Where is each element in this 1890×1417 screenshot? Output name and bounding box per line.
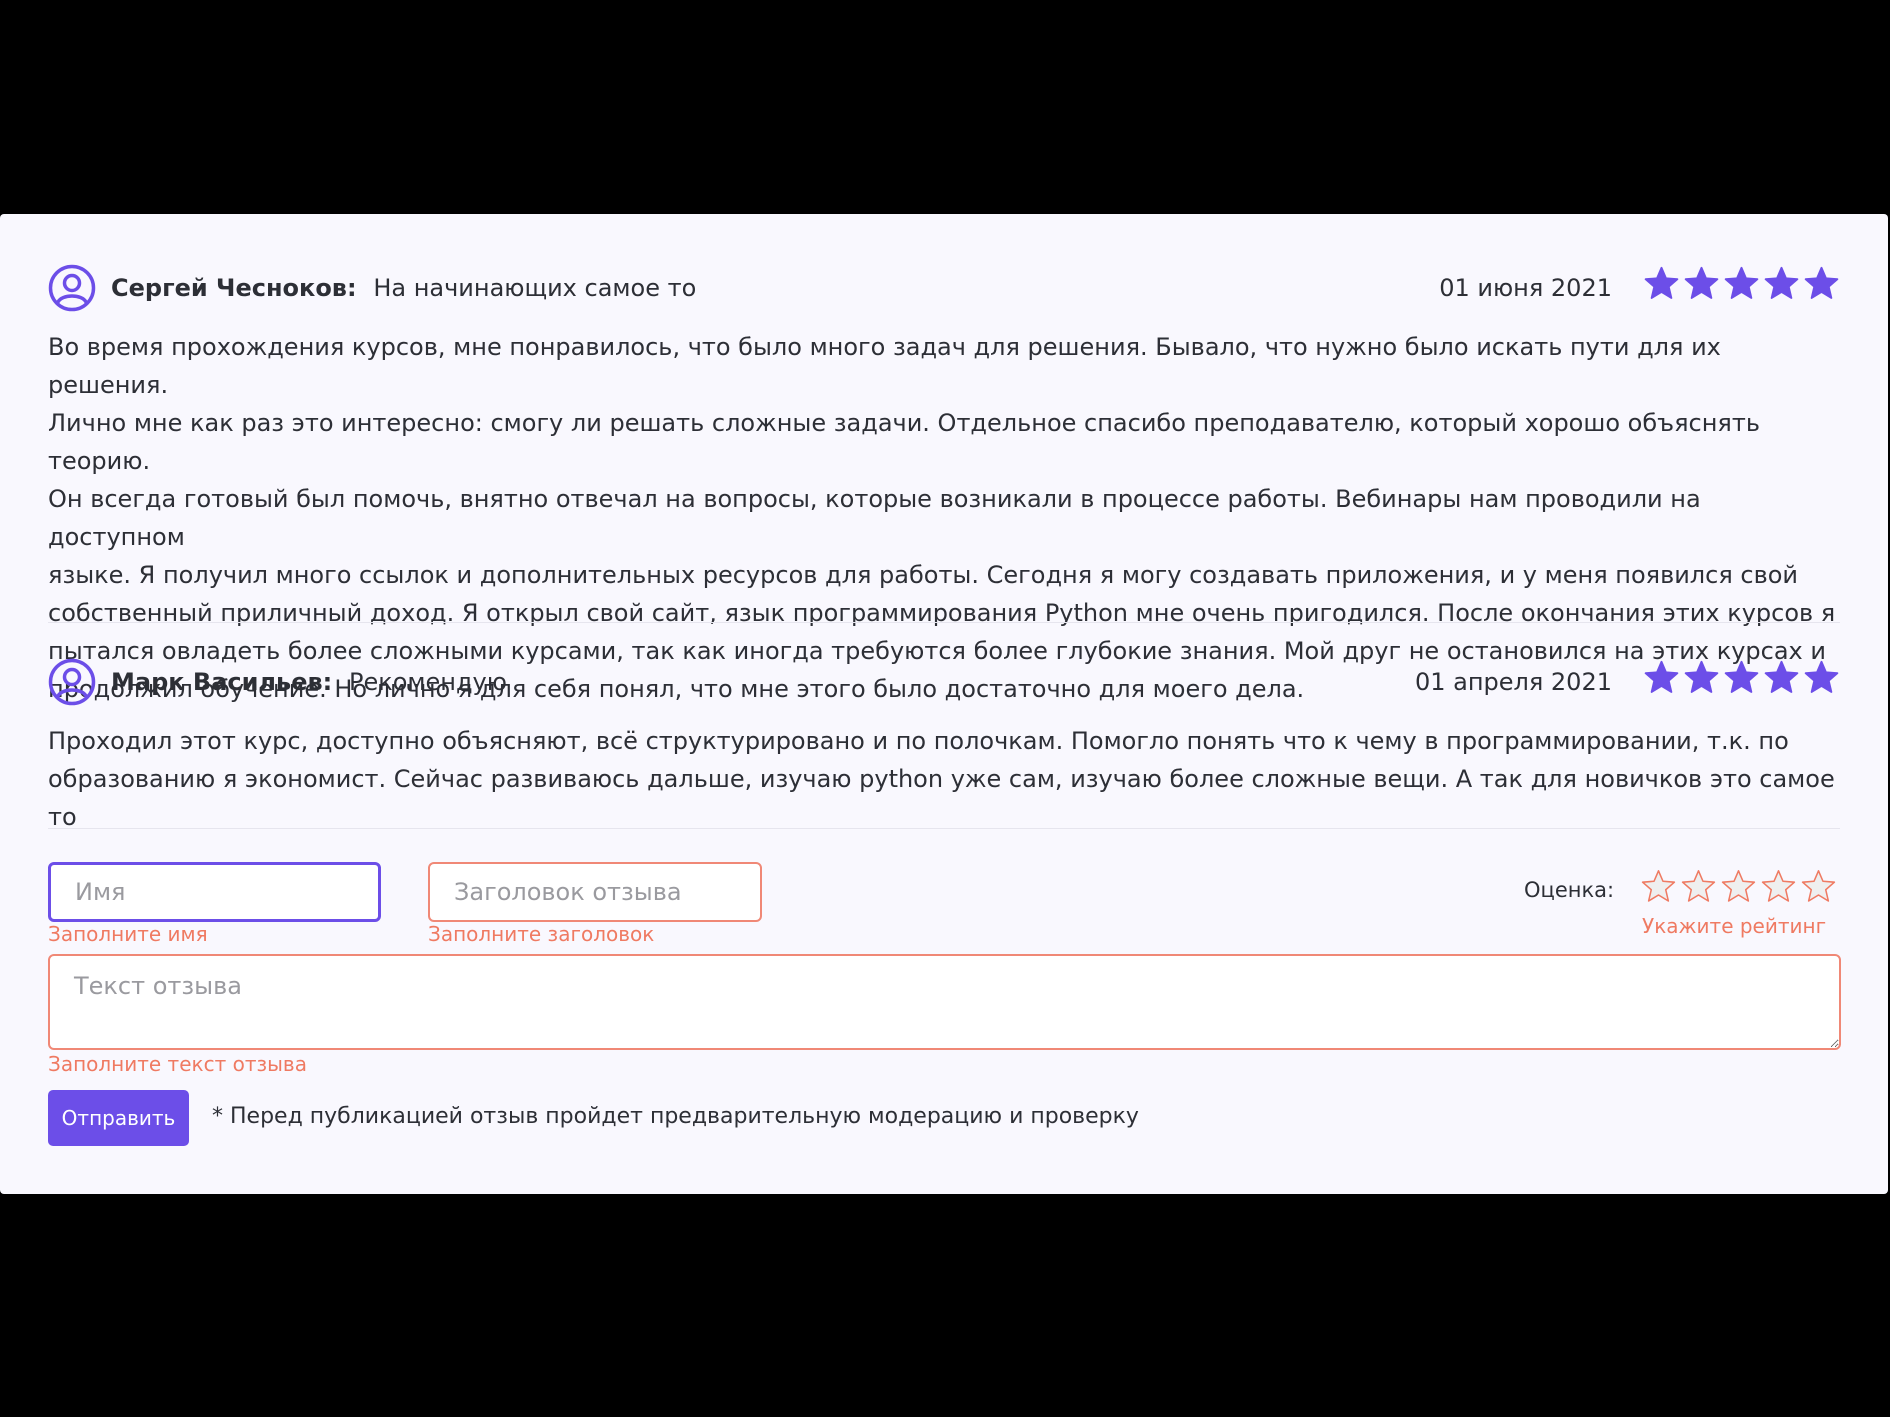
name-error: Заполните имя	[48, 922, 208, 946]
star-icon[interactable]	[1720, 868, 1757, 905]
review-text-line: языке. Я получил много ссылок и дополнит…	[48, 561, 1799, 589]
star-icon[interactable]	[1760, 868, 1797, 905]
reviews-card: Сергей Чесноков: На начинающих самое то …	[0, 214, 1888, 1194]
star-icon	[1644, 266, 1679, 299]
name-input[interactable]	[48, 862, 381, 922]
review-item: Марк Васильев: Рекомендую 01 апреля 2021…	[48, 654, 1840, 836]
star-icon[interactable]	[1680, 868, 1717, 905]
rating-label: Оценка:	[1524, 878, 1615, 902]
review-date: 01 апреля 2021	[1414, 668, 1612, 696]
star-icon	[1684, 266, 1719, 299]
user-avatar-icon	[48, 658, 96, 706]
review-item: Сергей Чесноков: На начинающих самое то …	[48, 260, 1840, 708]
star-icon	[1644, 660, 1679, 693]
review-text-line: Лично мне как раз это интересно: смогу л…	[48, 409, 1760, 475]
moderation-note: * Перед публикацией отзыв пройдет предва…	[212, 1104, 1139, 1129]
star-icon	[1724, 660, 1759, 693]
star-icon[interactable]	[1640, 868, 1677, 905]
review-header: Сергей Чесноков: На начинающих самое то …	[48, 260, 1840, 316]
review-title-input[interactable]	[428, 862, 762, 922]
review-text-input[interactable]	[48, 954, 1841, 1050]
review-title: На начинающих самое то	[373, 274, 697, 302]
review-text-line: собственный приличный доход. Я открыл св…	[48, 599, 1836, 627]
review-text: Во время прохождения курсов, мне понрави…	[48, 328, 1840, 708]
review-rating	[1643, 265, 1840, 302]
star-icon[interactable]	[1800, 868, 1837, 905]
star-icon	[1724, 266, 1759, 299]
divider	[48, 828, 1840, 829]
submit-button[interactable]: Отправить	[48, 1090, 189, 1146]
review-title: Рекомендую	[348, 668, 507, 696]
star-icon	[1684, 660, 1719, 693]
text-error: Заполните текст отзыва	[48, 1052, 307, 1076]
review-author: Марк Васильев: Рекомендую	[111, 668, 507, 696]
review-text-line: образованию я экономист. Сейчас развиваю…	[48, 765, 1835, 831]
rating-error: Укажите рейтинг	[1642, 914, 1827, 938]
review-header: Марк Васильев: Рекомендую 01 апреля 2021	[48, 654, 1840, 710]
review-text-line: Проходил этот курс, доступно объясняют, …	[48, 727, 1789, 755]
review-rating	[1643, 659, 1840, 696]
star-icon	[1764, 660, 1799, 693]
star-icon	[1804, 266, 1839, 299]
star-icon	[1764, 266, 1799, 299]
star-icon	[1804, 660, 1839, 693]
review-date: 01 июня 2021	[1439, 274, 1612, 302]
review-text-line: Во время прохождения курсов, мне понрави…	[48, 333, 1721, 399]
review-text-line: Он всегда готовый был помочь, внятно отв…	[48, 485, 1701, 551]
review-text: Проходил этот курс, доступно объясняют, …	[48, 722, 1840, 836]
divider	[48, 622, 1840, 623]
rating-input[interactable]	[1640, 868, 1837, 905]
user-avatar-icon	[48, 264, 96, 312]
title-error: Заполните заголовок	[428, 922, 655, 946]
review-author: Сергей Чесноков: На начинающих самое то	[111, 274, 697, 302]
